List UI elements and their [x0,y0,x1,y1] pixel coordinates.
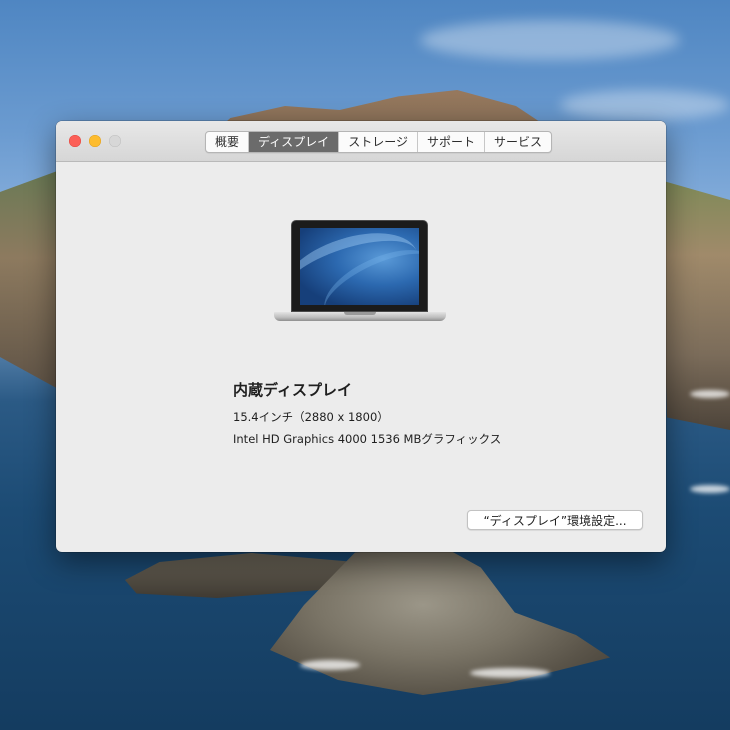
wallpaper-foam [690,485,730,493]
minimize-traffic-light-icon[interactable] [89,135,101,147]
about-this-mac-window: 概要 ディスプレイ ストレージ サポート サービス 内蔵ディスプレイ 15.4イ… [56,121,666,552]
segmented-tab-bar: 概要 ディスプレイ ストレージ サポート サービス [205,131,552,153]
laptop-screen [300,228,419,305]
wallpaper-cliff-left [0,170,60,390]
macbook-laptop-icon [274,220,446,326]
wallpaper-foam [470,668,550,678]
laptop-lid [291,220,428,312]
display-info: 内蔵ディスプレイ 15.4インチ（2880 x 1800） Intel HD G… [233,380,501,447]
wallpaper-cloud [420,20,680,60]
tab-service[interactable]: サービス [485,132,551,152]
tab-overview[interactable]: 概要 [206,132,250,152]
tab-support[interactable]: サポート [418,132,485,152]
display-preferences-button[interactable]: “ディスプレイ”環境設定... [467,510,643,530]
wallpaper-cloud [560,90,730,120]
display-size-resolution: 15.4インチ（2880 x 1800） [233,410,389,424]
wallpaper-foam [690,390,730,398]
display-name: 内蔵ディスプレイ [233,381,352,399]
zoom-traffic-light-icon [109,135,121,147]
tab-displays[interactable]: ディスプレイ [249,132,340,152]
tab-storage[interactable]: ストレージ [339,132,418,152]
laptop-notch [344,312,376,315]
close-traffic-light-icon[interactable] [69,135,81,147]
wallpaper-foam [300,660,360,670]
display-graphics: Intel HD Graphics 4000 1536 MBグラフィックス [233,432,502,446]
window-titlebar[interactable]: 概要 ディスプレイ ストレージ サポート サービス [56,121,666,162]
